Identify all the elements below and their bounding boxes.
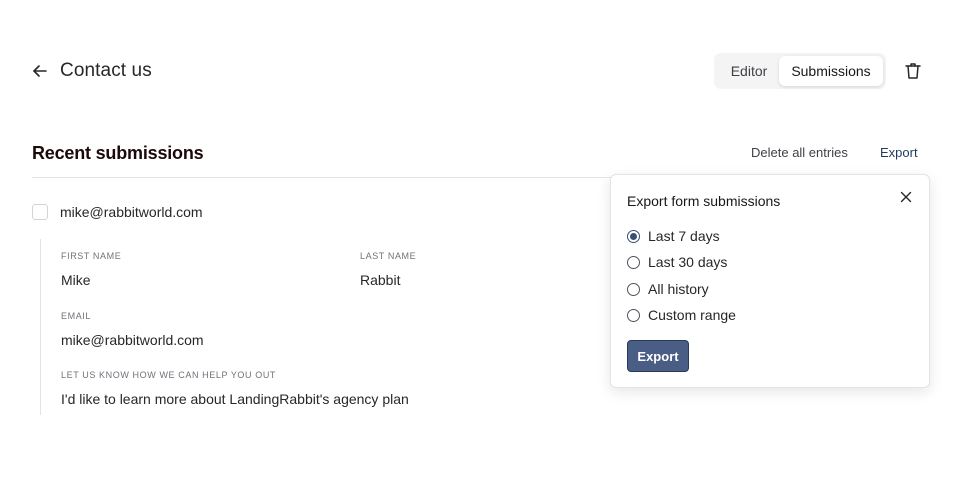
field-label-last-name: LAST NAME (360, 251, 417, 261)
radio-option-all-history[interactable]: All history (627, 280, 827, 300)
radio-button[interactable] (627, 309, 640, 322)
radio-label: All history (648, 281, 709, 297)
tab-editor[interactable]: Editor (720, 56, 778, 86)
field-value-first-name: Mike (61, 272, 91, 288)
delete-all-entries-button[interactable]: Delete all entries (751, 145, 848, 160)
radio-option-last-7-days[interactable]: Last 7 days (627, 227, 827, 247)
close-icon[interactable] (900, 191, 912, 203)
radio-label: Last 30 days (648, 254, 728, 270)
field-value-last-name: Rabbit (360, 272, 401, 288)
radio-option-last-30-days[interactable]: Last 30 days (627, 253, 827, 273)
arrow-left-icon[interactable] (31, 62, 49, 80)
export-submit-button[interactable]: Export (627, 340, 689, 372)
field-label-first-name: FIRST NAME (61, 251, 122, 261)
submission-checkbox[interactable] (32, 204, 48, 220)
export-popover: Export form submissions Last 7 days Last… (610, 174, 930, 388)
trash-icon[interactable] (903, 61, 923, 81)
radio-label: Custom range (648, 307, 736, 323)
export-button[interactable]: Export (880, 145, 918, 160)
field-value-message: I'd like to learn more about LandingRabb… (61, 391, 409, 407)
radio-button[interactable] (627, 283, 640, 296)
field-value-email: mike@rabbitworld.com (61, 332, 204, 348)
view-toggle: Editor Submissions (714, 53, 886, 89)
popover-title: Export form submissions (627, 193, 781, 209)
section-title: Recent submissions (32, 143, 204, 163)
detail-divider (40, 239, 41, 415)
radio-button[interactable] (627, 230, 640, 243)
submission-email: mike@rabbitworld.com (60, 204, 203, 220)
field-label-email: EMAIL (61, 311, 92, 321)
tab-submissions[interactable]: Submissions (779, 56, 883, 86)
radio-button[interactable] (627, 256, 640, 269)
radio-option-custom-range[interactable]: Custom range (627, 306, 827, 326)
field-label-message: LET US KNOW HOW WE CAN HELP YOU OUT (61, 370, 277, 380)
page-title: Contact us (60, 60, 152, 81)
radio-label: Last 7 days (648, 228, 720, 244)
